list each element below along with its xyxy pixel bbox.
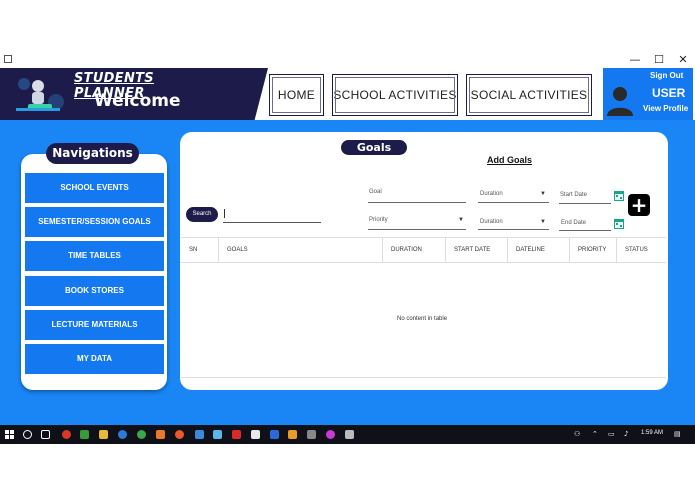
sidebar-item-semester-goals[interactable]: SEMESTER/SESSION GOALS xyxy=(25,207,164,237)
windows-start-icon[interactable] xyxy=(5,430,14,439)
welcome-text: Welcome xyxy=(94,91,181,111)
end-date-underline xyxy=(559,230,611,231)
column-header-duration[interactable]: DURATION xyxy=(383,237,446,263)
acrobat-icon[interactable] xyxy=(232,430,241,439)
maximize-button[interactable]: ☐ xyxy=(648,53,670,67)
sidebar-item-time-tables[interactable]: TIME TABLES xyxy=(25,241,164,271)
window-titlebar: — ☐ ✕ xyxy=(0,52,695,68)
firefox-icon[interactable] xyxy=(175,430,184,439)
start-date-underline xyxy=(559,203,611,204)
network-icon[interactable]: ▭ xyxy=(608,430,615,438)
view-profile-link[interactable]: View Profile xyxy=(643,104,688,113)
app-root: — ☐ ✕ STUDENTS PLANNER Welcome HOME SCHO… xyxy=(0,0,695,494)
column-header-goals[interactable]: GOALS xyxy=(219,237,383,263)
button-border xyxy=(335,77,455,113)
column-header-sn[interactable]: SN xyxy=(181,237,219,263)
sidebar-item-book-stores[interactable]: BOOK STORES xyxy=(25,276,164,306)
sidebar-item-my-data[interactable]: MY DATA xyxy=(25,344,164,374)
sign-out-link[interactable]: Sign Out xyxy=(650,71,683,80)
goals-title: Goals xyxy=(341,140,407,155)
end-date-input[interactable]: End Date xyxy=(561,220,586,226)
duration-select-2[interactable]: Duration xyxy=(480,219,503,225)
column-header-dateline[interactable]: DATELINE xyxy=(508,237,570,263)
goal-input[interactable]: Goal xyxy=(369,189,382,195)
taskbar-app-icon[interactable] xyxy=(326,430,335,439)
search-input[interactable] xyxy=(223,222,321,223)
taskbar-clock[interactable]: 1:59 AM xyxy=(641,430,663,436)
vlc-icon[interactable] xyxy=(156,430,165,439)
add-goals-link[interactable]: Add Goals xyxy=(487,155,532,165)
search-button[interactable]: Search xyxy=(186,207,218,222)
sidebar-title: Navigations xyxy=(46,143,139,164)
column-header-start-date[interactable]: START DATE xyxy=(446,237,508,263)
start-date-input[interactable]: Start Date xyxy=(560,192,587,198)
opera-icon[interactable] xyxy=(62,430,71,439)
table-empty-message: No content in table xyxy=(397,316,448,322)
add-goal-plus-button[interactable]: + xyxy=(628,194,650,216)
chevron-down-icon: ▼ xyxy=(540,191,546,197)
cortana-icon[interactable] xyxy=(23,430,32,439)
chevron-up-icon[interactable]: ⌃ xyxy=(592,430,598,438)
sidebar-item-school-events[interactable]: SCHOOL EVENTS xyxy=(25,173,164,203)
column-header-priority[interactable]: PRIORITY xyxy=(570,237,617,263)
edge-icon[interactable] xyxy=(118,430,127,439)
chevron-down-icon: ▼ xyxy=(540,219,546,225)
button-border xyxy=(469,77,589,113)
volume-icon[interactable]: ♪ xyxy=(624,430,628,438)
sidebar-item-lecture-materials[interactable]: LECTURE MATERIALS xyxy=(25,310,164,340)
chevron-down-icon: ▼ xyxy=(458,217,464,223)
nav-school-activities-button[interactable]: SCHOOL ACTIVITIES xyxy=(332,74,458,116)
notifications-icon[interactable]: ▤ xyxy=(674,430,681,438)
username-label: USER xyxy=(652,86,686,100)
duration-select-1[interactable]: Duration xyxy=(480,191,503,197)
robot-logo-icon xyxy=(10,72,66,116)
task-view-icon[interactable] xyxy=(41,430,50,439)
file-explorer-icon[interactable] xyxy=(99,430,108,439)
taskbar-app-icon[interactable] xyxy=(270,430,279,439)
duration-select-2-underline xyxy=(478,229,549,230)
nav-home-button[interactable]: HOME xyxy=(269,74,324,116)
column-header-status[interactable]: STATUS xyxy=(617,237,666,263)
taskbar-app-icon[interactable] xyxy=(195,430,204,439)
taskbar-app-icon[interactable] xyxy=(213,430,222,439)
goal-input-underline xyxy=(368,202,466,203)
duration-select-1-underline xyxy=(478,202,549,203)
taskbar-app-icon[interactable] xyxy=(80,430,89,439)
close-button[interactable]: ✕ xyxy=(672,53,694,67)
active-app-icon[interactable] xyxy=(345,430,354,439)
mail-icon[interactable] xyxy=(251,430,260,439)
chrome-icon[interactable] xyxy=(137,430,146,439)
minimize-button[interactable]: — xyxy=(624,53,646,67)
text-caret xyxy=(224,209,225,218)
app-icon xyxy=(4,55,12,63)
nav-social-activities-button[interactable]: SOCIAL ACTIVITIES xyxy=(466,74,592,116)
taskbar-app-icon[interactable] xyxy=(307,430,316,439)
calendar-icon[interactable] xyxy=(614,190,624,201)
avatar-icon xyxy=(607,87,633,116)
priority-select-underline xyxy=(368,229,466,230)
people-icon[interactable]: ⚇ xyxy=(574,430,580,438)
button-border xyxy=(272,77,321,113)
calendar-icon[interactable] xyxy=(614,218,624,229)
taskbar-app-icon[interactable] xyxy=(288,430,297,439)
priority-select[interactable]: Priority xyxy=(369,217,388,223)
